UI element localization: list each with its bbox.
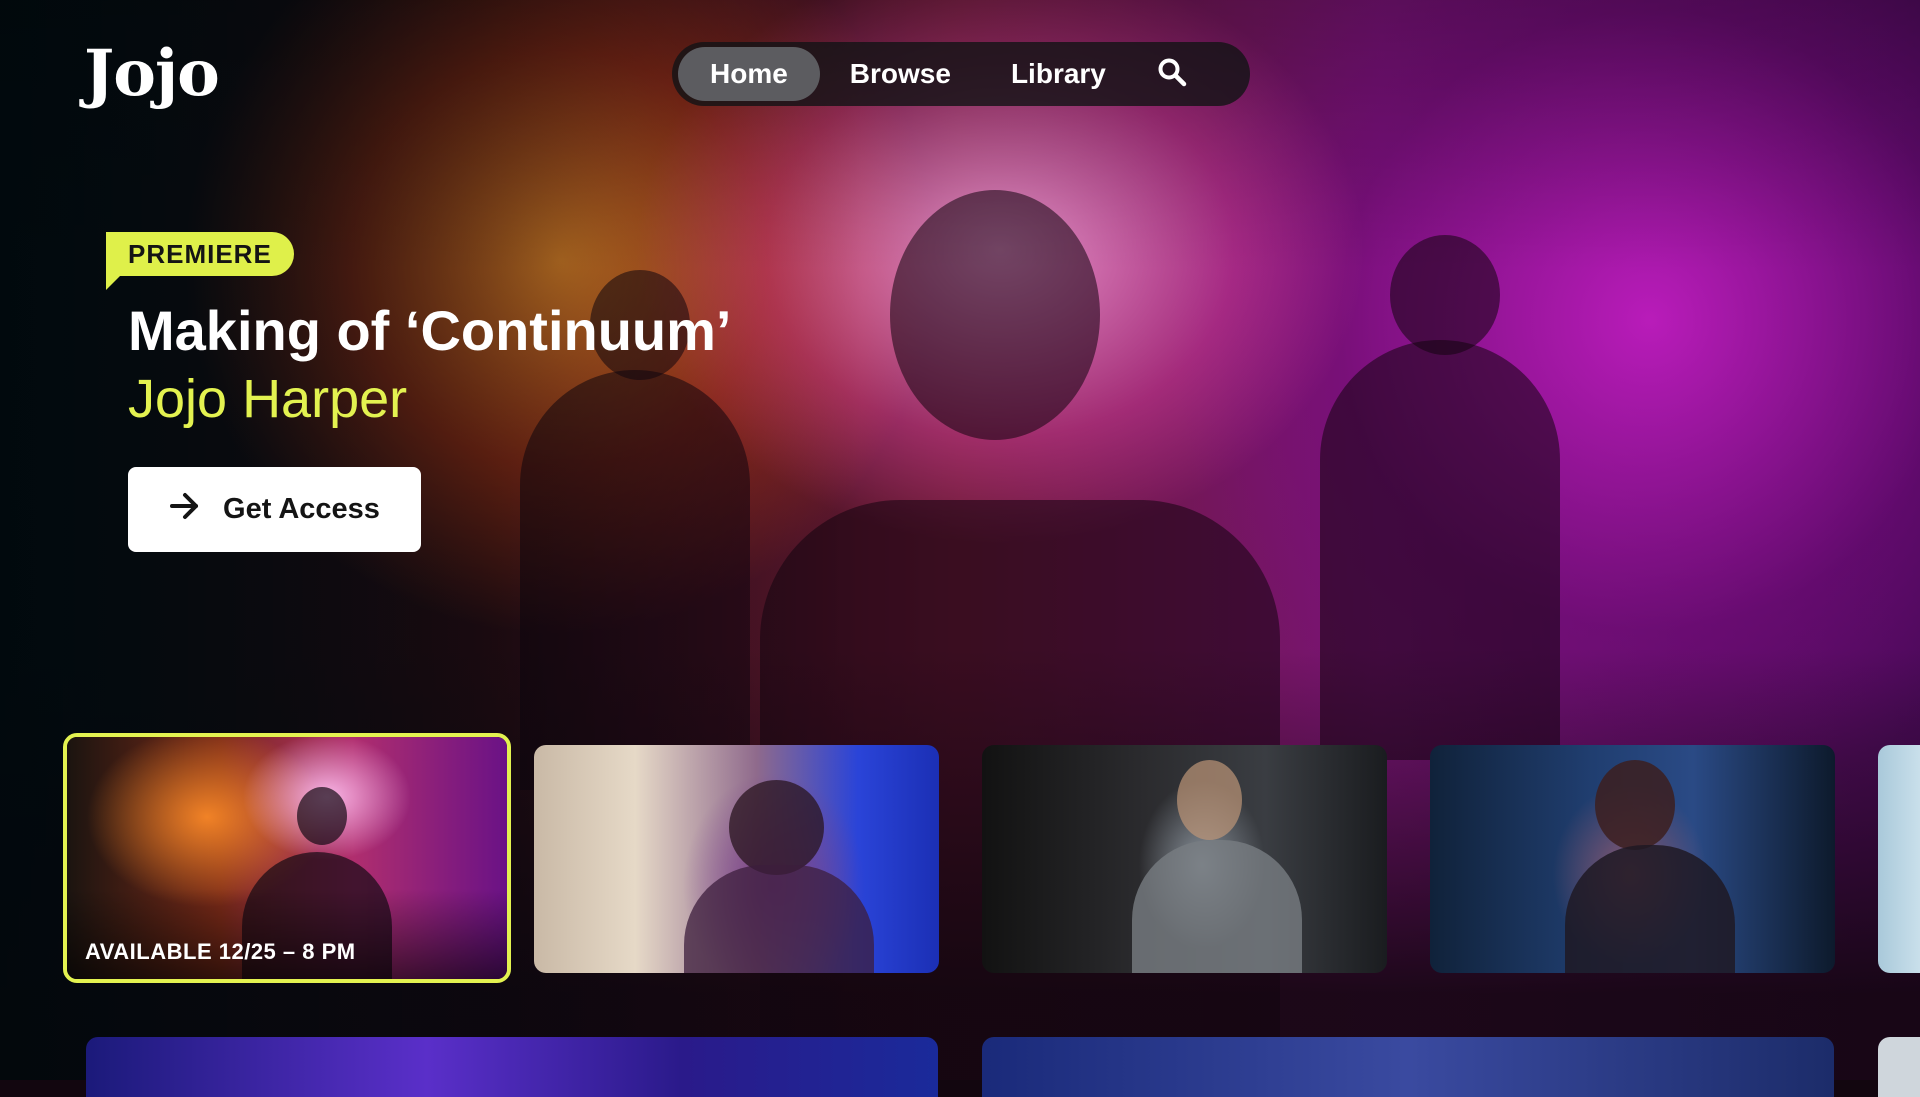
get-access-label: Get Access	[223, 493, 380, 525]
card-thumbnail	[1430, 745, 1835, 973]
carousel-card-4[interactable]	[1430, 745, 1835, 973]
row2-card-1[interactable]	[86, 1037, 938, 1097]
card-thumbnail	[982, 745, 1387, 973]
card-thumbnail	[534, 745, 939, 973]
arrow-right-icon	[169, 492, 201, 528]
card-figure-head	[297, 787, 347, 845]
card-label-shade	[67, 889, 507, 979]
premiere-badge-tail	[106, 276, 120, 290]
premiere-badge: PREMIERE	[106, 232, 294, 276]
nav-tab-browse[interactable]: Browse	[820, 47, 981, 101]
card-figure-body	[684, 865, 874, 973]
app-logo[interactable]: Jojo	[84, 36, 220, 111]
card-figure-body	[1565, 845, 1735, 973]
carousel-card-3[interactable]	[982, 745, 1387, 973]
card-figure-head	[729, 780, 824, 875]
get-access-button[interactable]: Get Access	[128, 467, 421, 552]
search-button[interactable]	[1144, 47, 1200, 101]
row2-card-2[interactable]	[982, 1037, 1834, 1097]
card-availability-label: AVAILABLE 12/25 – 8 PM	[85, 939, 356, 964]
card-figure-head	[1595, 760, 1675, 850]
card-figure-head	[1177, 760, 1242, 840]
top-navigation: Home Browse Library	[672, 42, 1250, 106]
carousel-card-2[interactable]	[534, 745, 939, 973]
hero-title: Making of ‘Continuum’	[128, 299, 732, 362]
hero-artist-name: Jojo Harper	[128, 369, 408, 429]
carousel-card-making-of-continuum[interactable]: AVAILABLE 12/25 – 8 PM	[63, 733, 511, 983]
card-figure-body	[1132, 840, 1302, 973]
nav-tab-library[interactable]: Library	[981, 47, 1136, 101]
carousel-card-5[interactable]	[1878, 745, 1920, 973]
nav-tab-home[interactable]: Home	[678, 47, 820, 101]
search-icon	[1157, 57, 1187, 92]
row2-card-3[interactable]	[1878, 1037, 1920, 1097]
card-thumbnail	[1878, 745, 1920, 973]
